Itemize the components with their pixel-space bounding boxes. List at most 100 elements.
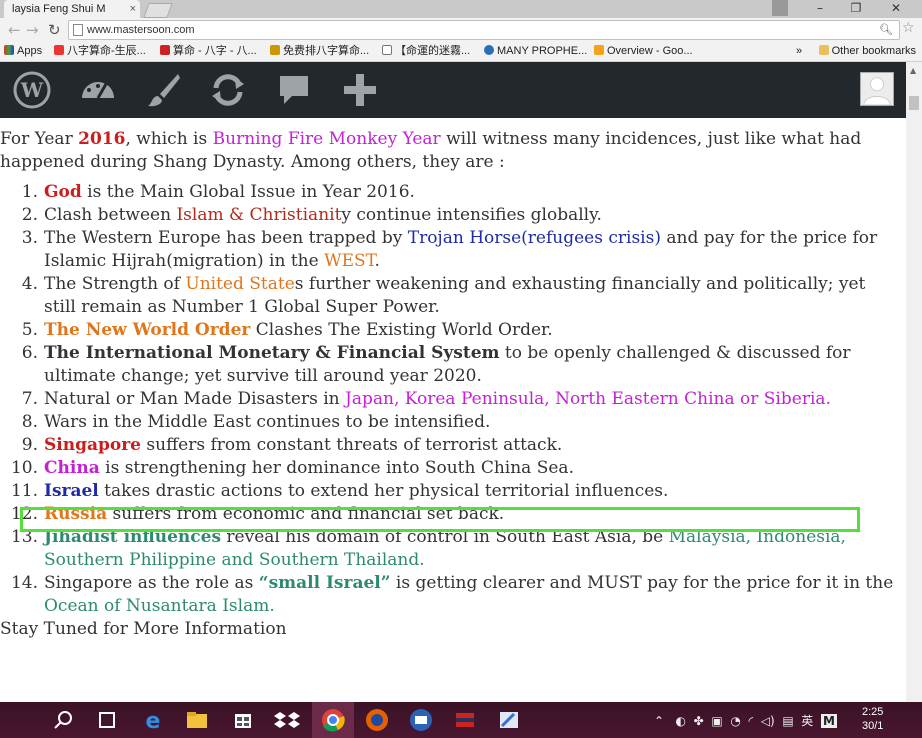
bookmark-label: 免费排八字算命... (283, 45, 370, 57)
text-run: The Strength of (44, 274, 186, 294)
maximize-icon[interactable]: ❐ (842, 0, 870, 18)
other-bookmarks[interactable]: Other bookmarks (818, 42, 916, 60)
list-number: 3. (21, 228, 38, 248)
ime-icon[interactable]: M (820, 714, 837, 728)
chrome-active-tile[interactable] (312, 702, 354, 738)
bookmark-item[interactable]: 八字算命-生辰... (54, 42, 146, 61)
dropbox-icon[interactable] (272, 706, 302, 734)
edge-icon[interactable]: e (138, 706, 168, 734)
list-number: 7. (21, 389, 38, 409)
store-icon[interactable] (228, 706, 258, 734)
article-content: For Year 2016, which is Burning Fire Mon… (0, 118, 906, 700)
url-text[interactable]: www.mastersoon.com (87, 21, 195, 39)
close-window-icon[interactable]: ✕ (882, 0, 910, 18)
list-number: 5. (21, 320, 38, 340)
forward-arrow-icon[interactable]: → (26, 21, 39, 39)
address-bar[interactable]: www.mastersoon.com 🔍︎ (68, 20, 900, 40)
analytics-favicon-icon (594, 45, 604, 55)
tray-chevron-icon[interactable]: ⌃ (654, 714, 664, 728)
text-run: , which is (125, 129, 213, 149)
outro-text: Stay Tuned for More Information (0, 619, 287, 639)
firefox-icon[interactable] (362, 706, 392, 734)
app-icon[interactable] (450, 706, 480, 734)
list-number: 2. (21, 205, 38, 225)
bookmark-label: 算命 - 八字 - 八... (173, 45, 257, 57)
updates-icon[interactable] (208, 70, 248, 110)
list-number: 14. (10, 573, 38, 593)
highlighted-text: Ocean of Nusantara Islam. (44, 596, 275, 616)
bookmark-star-icon[interactable]: ☆ (902, 20, 915, 36)
paint-icon[interactable] (494, 706, 524, 734)
new-content-plus-icon[interactable] (340, 70, 380, 110)
wordpress-logo-icon[interactable]: W (12, 70, 52, 110)
bookmarks-more-icon[interactable]: » (796, 42, 802, 60)
task-view-icon[interactable] (92, 706, 122, 734)
volume-icon[interactable]: ◁) (761, 714, 775, 728)
search-icon[interactable] (48, 706, 78, 734)
text-run: Wars in the Middle East continues to be … (44, 412, 491, 432)
list-item: 10. China is strengthening her dominance … (0, 457, 900, 480)
scroll-thumb[interactable] (909, 96, 919, 110)
back-arrow-icon[interactable]: ← (8, 21, 21, 39)
bookmark-item[interactable]: Overview - Goo... (594, 42, 693, 61)
highlighted-text: 2016 (78, 129, 126, 149)
list-number: 8. (21, 412, 38, 432)
bookmark-item[interactable]: 算命 - 八字 - 八... (160, 42, 257, 61)
svg-text:e: e (146, 709, 161, 734)
dropbox-tray-icon[interactable]: ✤ (694, 714, 704, 728)
browser-tab[interactable]: laysia Feng Shui M × (4, 0, 140, 18)
page-scrollbar[interactable]: ▲ (906, 62, 922, 702)
browser-toolbar: ← → ↻ www.mastersoon.com 🔍︎ ☆ (0, 18, 922, 42)
bookmark-item[interactable]: 【命運的迷霧... (382, 42, 470, 61)
bookmark-item[interactable]: MANY PROPHE... (484, 42, 587, 61)
text-run: Natural or Man Made Disasters in (44, 389, 346, 409)
page-icon (382, 45, 392, 55)
profile-icon[interactable] (772, 0, 788, 16)
predictions-list: 1. God is the Main Global Issue in Year 2… (0, 181, 900, 618)
highlighted-text: WEST (324, 251, 375, 271)
text-run: . (374, 251, 380, 271)
list-item: 6. The International Monetary & Financial… (0, 342, 900, 388)
zoom-icon[interactable]: 🔍︎ (879, 21, 893, 39)
highlighted-text: Japan, Korea Peninsula, North Eastern Ch… (345, 389, 831, 409)
file-explorer-icon[interactable] (182, 706, 212, 734)
dashboard-icon[interactable] (78, 70, 118, 110)
list-number: 10. (10, 458, 38, 478)
site-favicon-icon (54, 45, 64, 55)
tray-app-icon[interactable]: ◐ (676, 714, 686, 728)
list-item: 8. Wars in the Middle East continues to b… (0, 411, 900, 434)
clock-date: 30/1 (862, 720, 884, 732)
minimize-icon[interactable]: – (806, 0, 834, 18)
text-run: Clashes The Existing World Order. (250, 320, 553, 340)
system-tray[interactable]: ⌃ ◐ ✤ ▣ ◔ ◜ ◁) ▤ 英 M (654, 712, 837, 729)
bookmark-apps[interactable]: Apps (4, 42, 42, 61)
tab-close-icon[interactable]: × (130, 0, 136, 18)
list-item: 14. Singapore as the role as “small Israe… (0, 572, 900, 618)
bookmark-item[interactable]: 免费排八字算命... (270, 42, 369, 61)
new-tab-button[interactable] (143, 3, 173, 18)
tray-app-icon[interactable]: ▣ (711, 714, 722, 728)
highlight-box (20, 507, 860, 532)
list-item: 3. The Western Europe has been trapped by… (0, 227, 900, 273)
list-number: 9. (21, 435, 38, 455)
other-bookmarks-label: Other bookmarks (831, 45, 916, 57)
wifi-icon[interactable]: ◜ (748, 714, 753, 728)
thunderbird-icon[interactable] (406, 706, 436, 734)
list-number: 6. (21, 343, 38, 363)
list-number: 4. (21, 274, 38, 294)
text-run: Clash between (44, 205, 177, 225)
clock[interactable]: 2:25 30/1 (862, 705, 883, 733)
highlighted-text: “small Israel” (258, 573, 391, 593)
scroll-up-icon[interactable]: ▲ (910, 66, 916, 75)
list-item: 11. Israel takes drastic actions to exten… (0, 480, 900, 503)
input-language-indicator[interactable]: 英 (801, 714, 813, 728)
apps-grid-icon (4, 45, 14, 55)
customize-brush-icon[interactable] (144, 70, 184, 110)
reload-icon[interactable]: ↻ (48, 21, 61, 39)
comments-icon[interactable] (274, 70, 314, 110)
user-avatar-icon[interactable] (860, 72, 894, 106)
bookmark-label: 八字算命-生辰... (67, 45, 146, 57)
tray-app-icon[interactable]: ◔ (730, 714, 740, 728)
action-center-icon[interactable]: ▤ (782, 714, 793, 728)
text-run: suffers from constant threats of terrori… (141, 435, 563, 455)
